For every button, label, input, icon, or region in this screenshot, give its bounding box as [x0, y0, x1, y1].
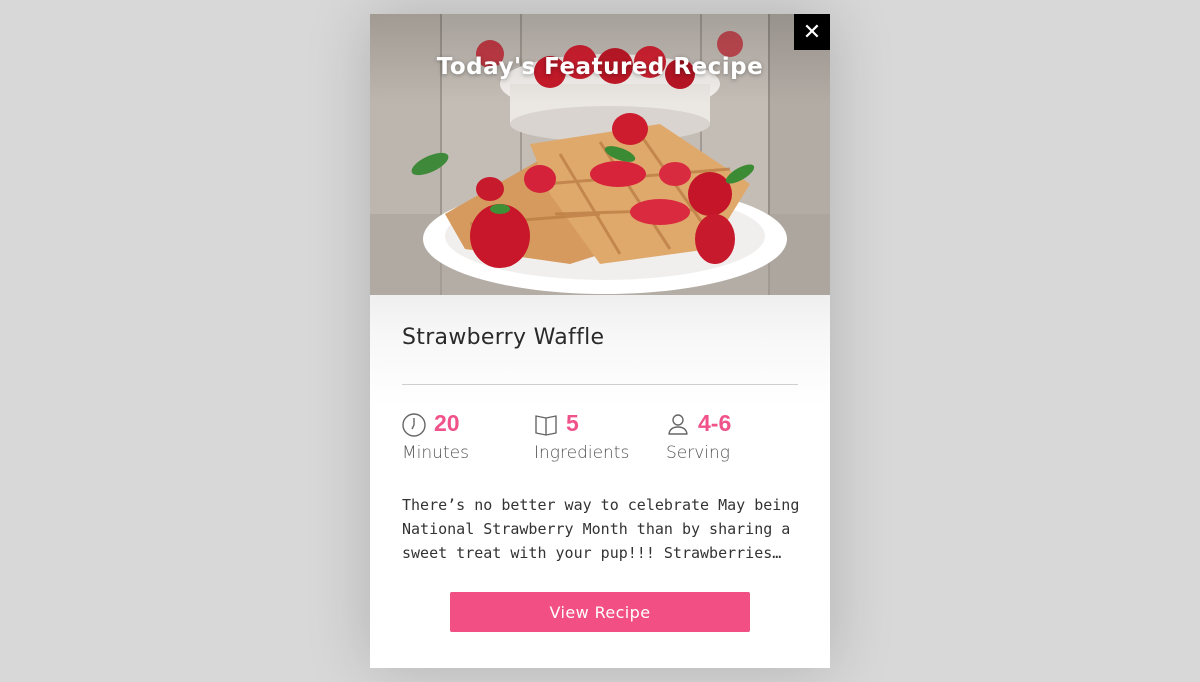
- featured-recipe-modal: Today's Featured Recipe ✕ Strawberry Waf…: [370, 14, 830, 668]
- view-recipe-button[interactable]: View Recipe: [450, 592, 750, 632]
- close-button[interactable]: ✕: [794, 14, 830, 50]
- close-icon[interactable]: ✕: [803, 20, 821, 45]
- stat-ingredients: 5 Ingredients: [534, 410, 666, 472]
- stat-serving: 4-6 Serving: [666, 410, 798, 472]
- divider: [402, 384, 798, 385]
- recipe-title: Strawberry Waffle: [402, 325, 605, 350]
- stat-label: Serving: [666, 443, 730, 463]
- hero-title: Today's Featured Recipe: [436, 54, 764, 80]
- hero-image: Today's Featured Recipe: [370, 14, 830, 295]
- person-icon: [668, 414, 688, 435]
- stat-label: Minutes: [402, 443, 469, 463]
- stat-value: 20: [434, 410, 460, 436]
- recipe-description: There’s no better way to celebrate May b…: [402, 496, 800, 562]
- stat-time: 20 Minutes: [402, 410, 534, 472]
- stat-label: Ingredients: [534, 443, 630, 463]
- stat-value: 5: [566, 410, 579, 436]
- book-icon: [535, 415, 557, 436]
- recipe-details: Strawberry Waffle 20 Minutes 5 Ingredien…: [370, 295, 830, 668]
- clock-icon: [402, 413, 426, 437]
- stat-value: 4-6: [698, 410, 732, 436]
